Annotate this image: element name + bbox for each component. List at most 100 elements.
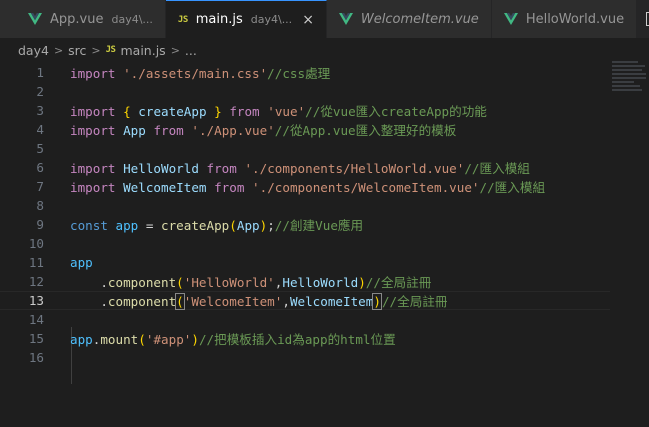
- token: import: [70, 161, 116, 176]
- token: import: [70, 104, 116, 119]
- code-line: 2: [0, 82, 610, 101]
- tab-welcomeitem-vue[interactable]: WelcomeItem.vue: [326, 0, 492, 38]
- tab-label: WelcomeItem.vue: [360, 11, 479, 27]
- token: from: [153, 123, 184, 138]
- token: HelloWorld: [282, 275, 359, 290]
- js-icon: JS: [177, 14, 188, 25]
- close-icon[interactable]: ×: [302, 12, 314, 28]
- tab-description: day4\...: [111, 12, 153, 26]
- code-line: 15 app.mount('#app')//把模板插入id為app的html位置: [0, 329, 610, 348]
- token: app: [70, 255, 93, 270]
- token: from: [229, 104, 260, 119]
- code-text: app.mount('#app')//把模板插入id為app的html位置: [70, 329, 396, 348]
- token: import: [70, 66, 116, 81]
- code-text: .component('HelloWorld',HelloWorld)//全局註…: [70, 272, 431, 291]
- code-line: 3 import { createApp } from 'vue'//從vue匯入…: [0, 101, 610, 120]
- chevron-right-icon: >: [53, 43, 64, 57]
- line-number: 1: [36, 65, 44, 80]
- tab-label: HelloWorld.vue: [525, 11, 625, 27]
- split-editor-icon[interactable]: [637, 0, 649, 38]
- vue-icon: [503, 13, 518, 25]
- code-editor[interactable]: 1 import './assets/main.css'//css處理 2 3 impo…: [0, 61, 649, 427]
- breadcrumb-item[interactable]: src: [68, 43, 86, 58]
- breadcrumb-item[interactable]: ...: [185, 43, 197, 58]
- vue-icon: [28, 13, 42, 25]
- tab-helloworld-vue[interactable]: HelloWorld.vue: [491, 0, 638, 38]
- token: //把模板插入id為app的html位置: [198, 332, 396, 347]
- token: App: [123, 123, 146, 138]
- tab-main-js[interactable]: JS main.js day4\... ×: [165, 0, 327, 38]
- token: from: [214, 180, 245, 195]
- breadcrumb: day4 > src > JS main.js >...: [0, 39, 649, 61]
- line-number: 3: [36, 103, 44, 118]
- code-text: .component('WelcomeItem',WelcomeItem)//全…: [70, 291, 447, 310]
- token: './components/HelloWorld.vue': [244, 161, 465, 176]
- chevron-right-icon: >: [170, 43, 180, 57]
- tab-app-vue[interactable]: App.vue day4\...: [0, 0, 166, 38]
- token: (: [175, 293, 185, 310]
- line-number: 11: [28, 255, 44, 270]
- line-number: 7: [36, 179, 44, 194]
- token: import: [70, 180, 116, 195]
- vue-icon: [338, 13, 353, 25]
- breadcrumb-item[interactable]: day4: [18, 43, 49, 58]
- code-line: 4 import App from './App.vue'//從App.vue匯入…: [0, 120, 610, 139]
- line-number: 8: [36, 198, 44, 213]
- token: (: [176, 275, 184, 290]
- token: //從App.vue匯入整理好的模板: [274, 123, 457, 138]
- line-number: 5: [36, 141, 44, 156]
- token: './App.vue': [191, 123, 275, 138]
- token: //匯入模組: [479, 180, 546, 195]
- line-number: 2: [36, 84, 44, 99]
- token: createApp: [138, 104, 207, 119]
- token: 'HelloWorld': [183, 275, 275, 290]
- code-text: app: [70, 255, 93, 270]
- code-line: 14: [0, 310, 610, 329]
- line-number: 13: [28, 293, 44, 308]
- code-line: 12 .component('HelloWorld',HelloWorld)//…: [0, 272, 610, 291]
- token: from: [206, 161, 237, 176]
- code-line: 7 import WelcomeItem from './components/W…: [0, 177, 610, 196]
- code-text: import './assets/main.css'//css處理: [70, 63, 330, 82]
- line-number: 4: [36, 122, 44, 137]
- token: }: [214, 104, 222, 119]
- code-text: import App from './App.vue'//從App.vue匯入整…: [70, 120, 456, 139]
- token: //匯入模組: [464, 161, 530, 176]
- line-number: 12: [28, 274, 44, 289]
- line-number: 10: [28, 236, 44, 251]
- token: component: [107, 275, 177, 290]
- token: {: [123, 104, 131, 119]
- editor-tab-bar: App.vue day4\... JS main.js day4\... × Welcome…: [0, 0, 649, 39]
- line-number: 15: [28, 331, 44, 346]
- token: '#app': [145, 332, 192, 347]
- token: .: [70, 275, 108, 290]
- token: ): [191, 332, 199, 347]
- code-text: import { createApp } from 'vue'//從vue匯入c…: [70, 101, 487, 120]
- token: WelcomeItem: [289, 294, 374, 309]
- code-line: 5: [0, 139, 610, 158]
- token: 'WelcomeItem': [183, 294, 283, 309]
- token: createApp: [161, 218, 230, 233]
- token: //創建Vue應用: [274, 218, 364, 233]
- code-text: import HelloWorld from './components/Hel…: [70, 158, 530, 177]
- token: component: [107, 294, 177, 309]
- token: .: [70, 294, 108, 309]
- token: //全局註冊: [381, 294, 448, 309]
- token: HelloWorld: [123, 161, 199, 176]
- line-number: 16: [28, 350, 44, 365]
- tab-label: main.js: [195, 12, 243, 27]
- token: (: [229, 218, 237, 233]
- code-line: 16: [0, 348, 610, 367]
- token: const: [70, 218, 108, 233]
- token: //css處理: [267, 66, 331, 81]
- token: app: [70, 332, 93, 347]
- minimap[interactable]: [612, 61, 649, 121]
- breadcrumb-item[interactable]: main.js: [120, 43, 165, 58]
- token: app: [115, 218, 139, 233]
- token: App: [236, 218, 260, 233]
- token: './components/WelcomeItem.vue': [252, 180, 480, 195]
- token: ;: [267, 218, 275, 233]
